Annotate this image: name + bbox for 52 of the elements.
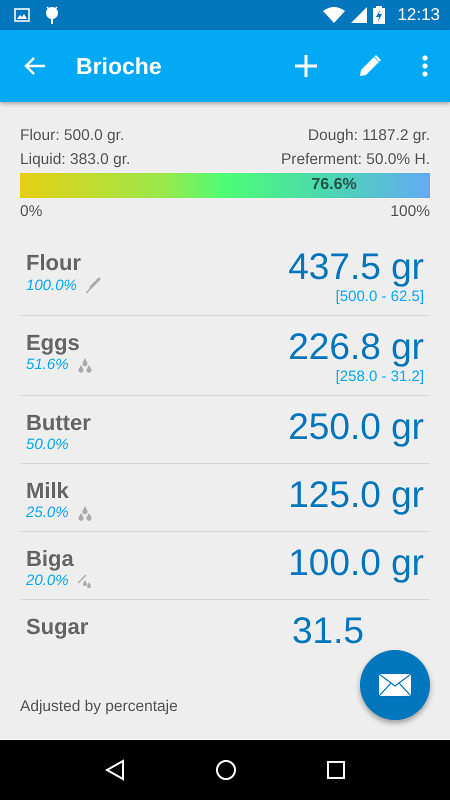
ingredient-row[interactable]: Flour 100.0% 437.5 gr [500.0 - 62.5] <box>20 236 430 316</box>
ingredient-row[interactable]: Milk 25.0% 125.0 gr <box>20 464 430 532</box>
image-icon <box>14 8 30 22</box>
weight-range: [258.0 - 31.2] <box>336 368 424 385</box>
email-button[interactable] <box>360 650 430 720</box>
add-icon[interactable] <box>294 54 318 78</box>
baker-percent: 20.0% <box>26 572 69 589</box>
ingredient-row[interactable]: Biga 20.0% 100.0 gr <box>20 532 430 600</box>
flour-total: Flour: 500.0 gr. <box>20 126 124 146</box>
drops-icon <box>76 356 93 372</box>
wifi-icon <box>323 7 346 23</box>
preferment-hydration: Preferment: 50.0% H. <box>280 150 430 170</box>
more-options-icon[interactable] <box>422 55 428 77</box>
ingredient-row[interactable]: Eggs 51.6% 226.8 gr [258.0 - 31.2] <box>20 316 430 396</box>
clock-time: 12:13 <box>397 5 440 25</box>
envelope-icon <box>379 674 411 696</box>
pencil-icon[interactable] <box>358 54 382 78</box>
home-nav-icon[interactable] <box>214 759 237 781</box>
ingredient-weight: 100.0 gr <box>288 541 424 585</box>
scale-min-label: 0% <box>20 202 42 222</box>
android-icon <box>44 5 60 25</box>
ingredient-name: Eggs <box>26 330 81 356</box>
screen-title: Brioche <box>76 52 163 80</box>
baker-percent: 51.6% <box>26 356 69 373</box>
ingredient-weight: 31.5 <box>292 609 364 653</box>
hydration-percent: 76.6% <box>311 176 357 194</box>
back-nav-icon[interactable] <box>104 759 126 781</box>
adjustment-note: Adjusted by percentaje <box>20 698 178 715</box>
weight-range: [500.0 - 62.5] <box>336 288 424 305</box>
drops-icon <box>76 504 93 520</box>
ingredient-row[interactable]: Butter 50.0% 250.0 gr <box>20 396 430 464</box>
dough-total: Dough: 1187.2 gr. <box>308 126 430 146</box>
ingredient-name: Butter <box>26 410 91 436</box>
battery-icon <box>373 6 386 24</box>
ingredient-weight: 226.8 gr <box>288 325 424 369</box>
ingredient-name: Biga <box>26 546 75 572</box>
signal-icon <box>351 7 368 23</box>
ingredient-name: Milk <box>26 478 70 504</box>
ingredient-row[interactable]: Sugar 31.5 <box>20 600 430 664</box>
baker-percent: 50.0% <box>26 436 69 453</box>
baker-percent: 25.0% <box>26 504 69 521</box>
wheat-drops-icon <box>76 572 93 588</box>
recents-nav-icon[interactable] <box>326 760 346 780</box>
back-arrow-icon[interactable] <box>24 56 46 76</box>
ingredient-name: Sugar <box>26 614 88 640</box>
ingredient-weight: 437.5 gr <box>288 245 424 289</box>
baker-percent: 100.0% <box>26 276 77 294</box>
ingredient-name: Flour <box>26 250 82 276</box>
ingredient-weight: 250.0 gr <box>288 405 424 449</box>
ingredient-weight: 125.0 gr <box>288 473 424 517</box>
scale-max-label: 100% <box>390 202 430 222</box>
liquid-total: Liquid: 383.0 gr. <box>20 150 130 170</box>
